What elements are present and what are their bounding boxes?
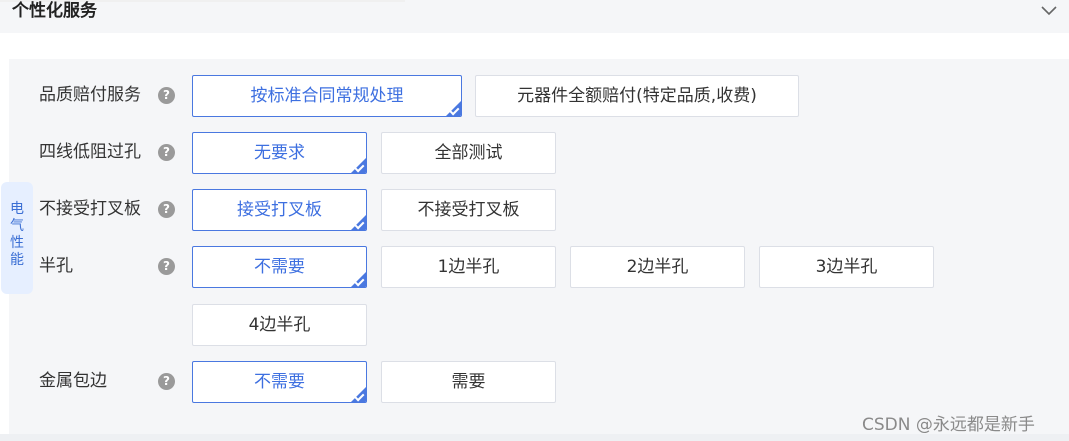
option-metal-edge-none[interactable]: 不需要 [192,361,367,403]
option-half-hole-3[interactable]: 3边半孔 [759,246,934,288]
option-half-hole-2[interactable]: 2边半孔 [570,246,745,288]
row-label-quality-compensation: 品质赔付服务 [39,85,141,105]
help-icon[interactable]: ? [158,201,175,218]
option-metal-edge-required[interactable]: 需要 [381,361,556,403]
side-tab-electrical[interactable]: 电 气 性 能 [1,182,33,294]
option-half-hole-none[interactable]: 不需要 [192,246,367,288]
help-icon[interactable]: ? [158,373,175,390]
option-full-test[interactable]: 全部测试 [381,132,556,174]
option-standard-contract[interactable]: 按标准合同常规处理 [192,75,462,117]
row-label-metal-edge: 金属包边 [39,371,107,391]
option-half-hole-4[interactable]: 4边半孔 [192,304,367,346]
row-label-x-out-board: 不接受打叉板 [39,199,141,219]
side-tab-char: 电 [10,201,24,217]
help-icon[interactable]: ? [158,87,175,104]
option-no-requirement[interactable]: 无要求 [192,132,367,174]
section-title: 个性化服务 [12,1,97,21]
help-icon[interactable]: ? [158,144,175,161]
side-tab-char: 能 [10,252,24,268]
side-tab-char: 性 [10,235,24,251]
side-tab-char: 气 [10,218,24,234]
row-label-half-hole: 半孔 [39,256,73,276]
option-accept-x-out[interactable]: 接受打叉板 [192,189,367,231]
row-label-four-wire-via: 四线低阻过孔 [39,142,141,162]
footer-bar [0,434,1069,441]
section-header[interactable]: 个性化服务 [0,0,1069,33]
option-half-hole-1[interactable]: 1边半孔 [381,246,556,288]
watermark: CSDN @永远都是新手 [862,415,1035,435]
chevron-down-icon[interactable] [1040,4,1058,16]
help-icon[interactable]: ? [158,258,175,275]
option-reject-x-out[interactable]: 不接受打叉板 [381,189,556,231]
option-full-compensation[interactable]: 元器件全额赔付(特定品质,收费) [475,75,799,117]
